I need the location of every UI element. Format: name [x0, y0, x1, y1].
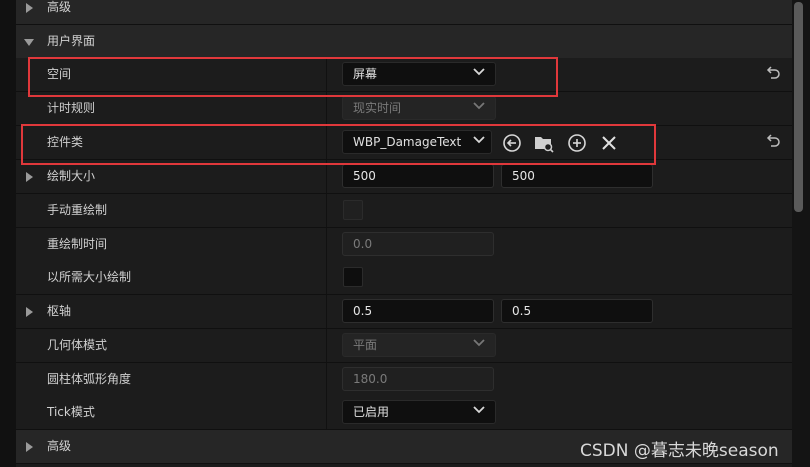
property-label: 重绘制时间 — [47, 237, 108, 251]
chevron-down-icon — [473, 406, 485, 414]
column-divider — [326, 329, 327, 362]
dropdown-value: 已启用 — [353, 405, 390, 419]
tick-mode-dropdown[interactable]: 已启用 — [342, 400, 496, 424]
property-label: 绘制大小 — [47, 169, 96, 183]
property-label: Tick模式 — [47, 405, 95, 419]
field-value: 0.5 — [353, 304, 373, 318]
use-selected-icon[interactable] — [501, 132, 523, 154]
expand-arrow-icon[interactable] — [26, 442, 33, 452]
dropdown-value: WBP_DamageText — [353, 135, 462, 149]
expand-arrow-icon[interactable] — [26, 307, 33, 317]
property-row-manual-redraw: 手动重绘制 — [16, 194, 792, 228]
column-divider — [326, 126, 327, 159]
column-divider — [326, 160, 327, 193]
pivot-x-field[interactable]: 0.5 — [342, 299, 494, 323]
dropdown-value: 现实时间 — [353, 101, 402, 115]
property-label: 计时规则 — [47, 101, 96, 115]
draw-size-x-field[interactable]: 500 — [342, 164, 494, 188]
redraw-time-field[interactable]: 0.0 — [342, 232, 494, 256]
chevron-down-icon — [473, 136, 485, 144]
property-label: 以所需大小绘制 — [47, 270, 132, 284]
field-value: 500 — [353, 169, 376, 183]
dropdown-value: 平面 — [353, 338, 378, 352]
chevron-down-icon — [473, 102, 485, 110]
timing-policy-dropdown[interactable]: 现实时间 — [342, 96, 496, 120]
property-label: 几何体模式 — [47, 338, 108, 352]
field-value: 500 — [512, 169, 535, 183]
add-icon[interactable] — [566, 132, 588, 154]
clear-icon[interactable] — [598, 132, 620, 154]
property-row-pivot: 枢轴 0.5 0.5 — [16, 295, 792, 329]
property-row-draw-size: 绘制大小 500 500 — [16, 160, 792, 194]
property-row-tick-mode: Tick模式 已启用 — [16, 396, 792, 430]
field-value: 180.0 — [353, 372, 388, 386]
category-advanced-top[interactable]: 高级 — [16, 0, 792, 25]
reset-icon[interactable] — [764, 65, 782, 83]
scrollbar-thumb[interactable] — [794, 2, 803, 212]
property-label: 枢轴 — [47, 304, 72, 318]
property-label: 圆柱体弧形角度 — [47, 372, 132, 386]
browse-folder-icon[interactable] — [533, 132, 555, 154]
column-divider — [326, 228, 327, 261]
space-dropdown[interactable]: 屏幕 — [342, 62, 496, 86]
field-value: 0.0 — [353, 237, 373, 251]
property-label: 手动重绘制 — [47, 203, 108, 217]
category-label: 用户界面 — [47, 34, 96, 48]
cylinder-arc-angle-field[interactable]: 180.0 — [342, 367, 494, 391]
property-row-draw-at-desired-size: 以所需大小绘制 — [16, 261, 792, 295]
manual-redraw-checkbox[interactable] — [343, 200, 363, 220]
geometry-mode-dropdown[interactable]: 平面 — [342, 333, 496, 357]
category-label: 高级 — [47, 0, 72, 14]
property-row-cylinder-arc-angle: 圆柱体弧形角度 180.0 — [16, 363, 792, 397]
reset-icon[interactable] — [764, 133, 782, 151]
draw-at-desired-size-checkbox[interactable] — [343, 267, 363, 287]
column-divider — [326, 396, 327, 429]
collapse-arrow-icon[interactable] — [24, 39, 34, 46]
category-user-interface[interactable]: 用户界面 — [16, 25, 792, 59]
pivot-y-field[interactable]: 0.5 — [501, 299, 653, 323]
column-divider — [326, 363, 327, 396]
column-divider — [326, 261, 327, 294]
details-panel: 高级 用户界面 空间 屏幕 计时规则 现实时间 控件类 WBP_DamageTe… — [16, 0, 792, 467]
field-value: 0.5 — [512, 304, 532, 318]
property-row-redraw-time: 重绘制时间 0.0 — [16, 228, 792, 262]
category-label: 高级 — [47, 439, 72, 453]
property-row-widget-class: 控件类 WBP_DamageText — [16, 126, 792, 160]
watermark-text: CSDN @暮志未晚season — [580, 441, 779, 461]
property-row-geometry-mode: 几何体模式 平面 — [16, 329, 792, 363]
expand-arrow-icon[interactable] — [26, 172, 33, 182]
widget-class-dropdown[interactable]: WBP_DamageText — [342, 130, 492, 154]
draw-size-y-field[interactable]: 500 — [501, 164, 653, 188]
property-row-timing-policy: 计时规则 现实时间 — [16, 92, 792, 126]
dropdown-value: 屏幕 — [353, 67, 378, 81]
expand-arrow-icon[interactable] — [26, 3, 33, 13]
chevron-down-icon — [473, 68, 485, 76]
property-label: 空间 — [47, 67, 72, 81]
column-divider — [326, 295, 327, 328]
column-divider — [326, 92, 327, 125]
property-label: 控件类 — [47, 135, 84, 149]
column-divider[interactable] — [326, 58, 327, 91]
left-gutter — [0, 0, 17, 467]
column-divider — [326, 194, 327, 227]
property-row-space: 空间 屏幕 — [16, 58, 792, 92]
chevron-down-icon — [473, 339, 485, 347]
